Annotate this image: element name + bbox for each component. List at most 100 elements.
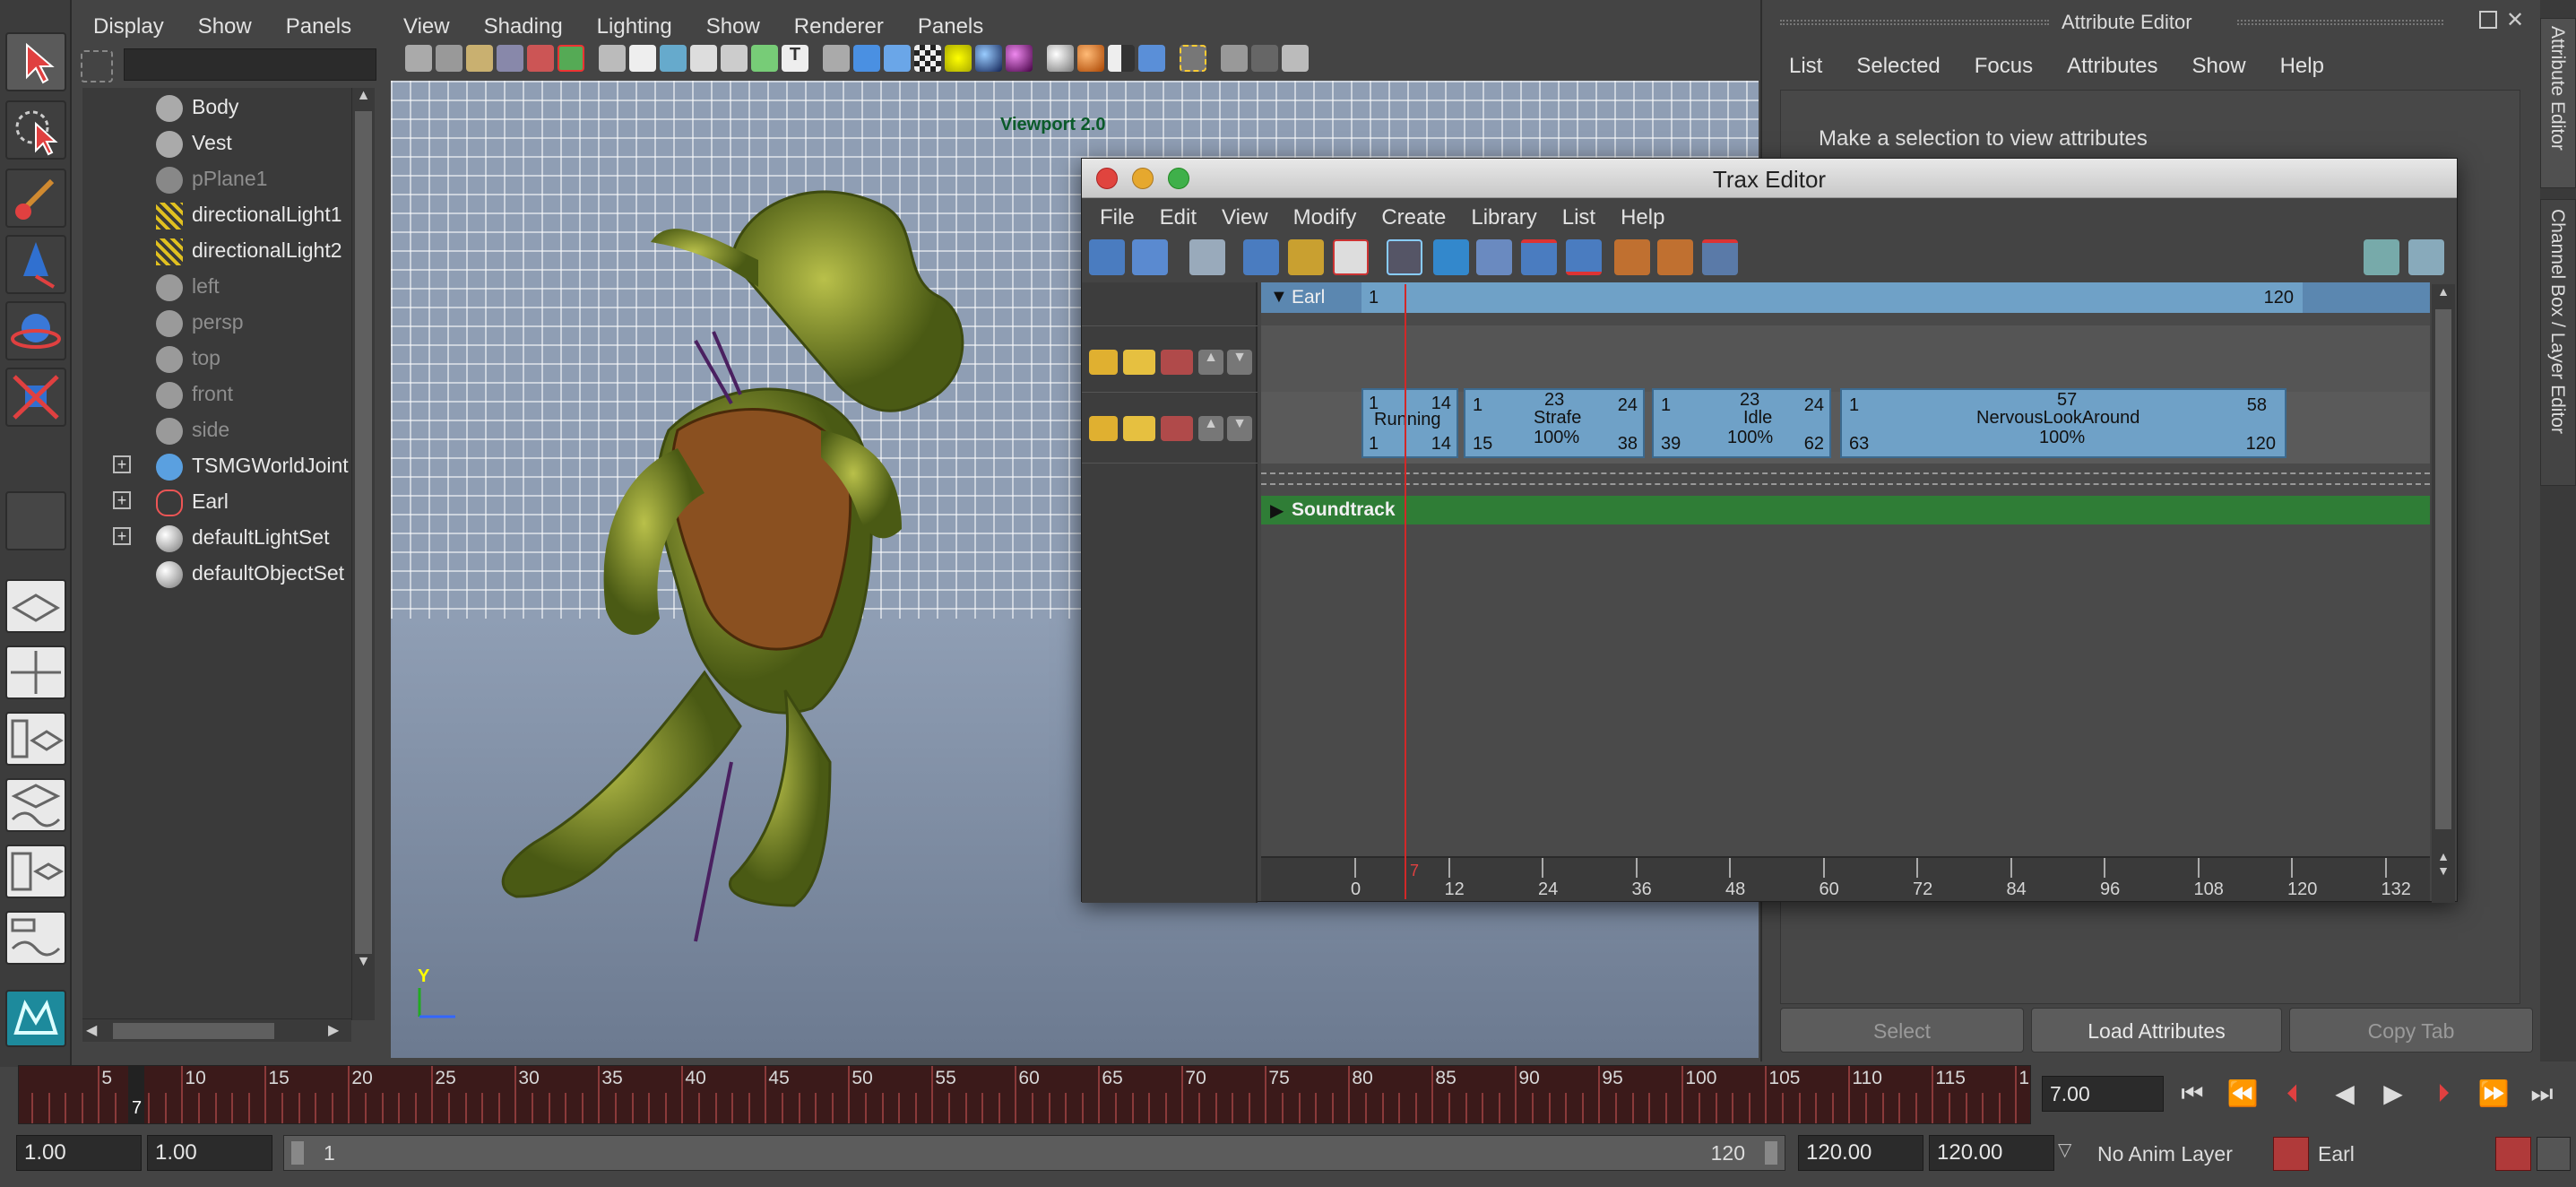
- move-tool-button[interactable]: [5, 235, 66, 294]
- gate-mask-icon[interactable]: [629, 45, 656, 72]
- rotate-tool-button[interactable]: [5, 301, 66, 360]
- ae-load-attributes-button[interactable]: Load Attributes: [2031, 1008, 2282, 1053]
- split-clip-icon[interactable]: [1521, 239, 1557, 275]
- ae-menu-attributes[interactable]: Attributes: [2067, 54, 2157, 79]
- safe-action-icon[interactable]: [690, 45, 717, 72]
- trax-time-ruler[interactable]: 0 12 24 36 48 60 72 84 96 108 120 132: [1261, 856, 2430, 901]
- range-slider[interactable]: 1 120: [283, 1135, 1785, 1171]
- viewport-menu-lighting[interactable]: Lighting: [597, 14, 672, 39]
- clip-idle[interactable]: 1 23 24 Idle 100% 39 62: [1652, 388, 1831, 458]
- trax-ruler-scroll[interactable]: ▲ ▼: [2432, 849, 2455, 903]
- scroll-up-icon[interactable]: ▲: [2432, 284, 2455, 308]
- scroll-down-icon[interactable]: ▼: [352, 954, 375, 977]
- outliner-item-earl[interactable]: Earl: [156, 490, 229, 524]
- scroll-thumb[interactable]: [355, 111, 372, 954]
- scroll-thumb[interactable]: [2435, 309, 2451, 829]
- range-slider-handle-right[interactable]: [1765, 1141, 1777, 1165]
- close-panel-icon[interactable]: ✕: [2506, 7, 2524, 33]
- camera-attributes-icon[interactable]: [436, 45, 462, 72]
- go-to-start-icon[interactable]: ⏮: [2176, 1078, 2209, 1110]
- step-back-key-icon[interactable]: ⏪: [2226, 1078, 2259, 1110]
- safe-title-icon[interactable]: [721, 45, 748, 72]
- xray-active-icon[interactable]: [1251, 45, 1278, 72]
- clip-nervouslookaround[interactable]: 1 57 58 NervousLookAround 100% 63 120: [1840, 388, 2286, 458]
- solo-track-icon[interactable]: [1123, 350, 1155, 375]
- layout-toggle-icon[interactable]: [2364, 239, 2399, 275]
- outliner-item-front[interactable]: front: [156, 382, 233, 416]
- multisample-icon[interactable]: [1077, 45, 1104, 72]
- outliner-item-top[interactable]: top: [156, 346, 220, 380]
- go-to-end-icon[interactable]: ⏭: [2526, 1078, 2558, 1110]
- trax-menu-help[interactable]: Help: [1621, 205, 1664, 230]
- graph-editor-icon[interactable]: [1387, 239, 1422, 275]
- side-tab-channel-box[interactable]: Channel Box / Layer Editor: [2540, 199, 2576, 486]
- playback-start-field[interactable]: 1.00: [147, 1135, 272, 1171]
- auto-key-icon[interactable]: [2495, 1137, 2531, 1171]
- character-earl-model[interactable]: [436, 134, 1081, 1031]
- frame-selection-icon[interactable]: [1132, 239, 1168, 275]
- xray-icon[interactable]: [1180, 45, 1206, 72]
- lock-track-icon[interactable]: [1089, 416, 1118, 441]
- layout-graph-button[interactable]: [5, 778, 66, 832]
- anim-layer-dropdown-icon[interactable]: ▽: [2058, 1139, 2071, 1161]
- character-track-header[interactable]: ▼ Earl 1 120: [1261, 282, 2430, 313]
- load-character-icon[interactable]: [1089, 239, 1125, 275]
- outliner-filter-input[interactable]: [124, 48, 376, 81]
- attribute-editor-grip-right[interactable]: [2237, 20, 2443, 25]
- depth-of-field-icon[interactable]: [1108, 45, 1135, 72]
- paint-select-tool-button[interactable]: [5, 169, 66, 228]
- lock-track-icon[interactable]: [1089, 350, 1118, 375]
- visor-icon[interactable]: [1243, 239, 1279, 275]
- textured-icon[interactable]: [914, 45, 941, 72]
- outliner-item-left[interactable]: left: [156, 274, 220, 308]
- ae-menu-selected[interactable]: Selected: [1856, 54, 1940, 79]
- ae-select-button[interactable]: Select: [1780, 1008, 2024, 1053]
- blend-clip-2-icon[interactable]: [1657, 239, 1693, 275]
- outliner-item-directionallight1[interactable]: directionalLight1: [156, 203, 342, 237]
- layout-single-button[interactable]: [5, 579, 66, 633]
- scroll-up-icon[interactable]: ▲: [352, 88, 375, 111]
- outliner-item-persp[interactable]: persp: [156, 310, 244, 344]
- trax-menu-modify[interactable]: Modify: [1293, 205, 1357, 230]
- outliner-view-icon[interactable]: [1189, 239, 1225, 275]
- move-track-down-icon[interactable]: ▼: [1227, 416, 1252, 441]
- expand-toggle-defaultlightset[interactable]: +: [113, 527, 131, 545]
- viewport-menu-show[interactable]: Show: [706, 14, 760, 39]
- preferences-icon[interactable]: [2537, 1137, 2571, 1171]
- use-all-lights-icon[interactable]: [945, 45, 972, 72]
- film-gate-icon[interactable]: [558, 45, 584, 72]
- mute-track-icon[interactable]: [1702, 239, 1738, 275]
- side-tab-attribute-editor[interactable]: Attribute Editor: [2540, 18, 2576, 188]
- collapse-triangle-icon[interactable]: ▼: [1270, 287, 1288, 308]
- outliner-vertical-scrollbar[interactable]: ▲ ▼: [351, 88, 375, 1020]
- image-plane-icon[interactable]: [497, 45, 523, 72]
- animation-end-field[interactable]: 120.00: [1929, 1135, 2054, 1171]
- move-track-up-icon[interactable]: ▲: [1198, 416, 1223, 441]
- float-panel-icon[interactable]: [2479, 11, 2497, 29]
- layout-toggle-2-icon[interactable]: [2408, 239, 2444, 275]
- share-icon[interactable]: [1282, 45, 1309, 72]
- scroll-right-icon[interactable]: ▶: [328, 1021, 339, 1039]
- clip-strafe[interactable]: 1 23 24 Strafe 100% 15 38: [1464, 388, 1645, 458]
- outliner-item-tsmgworldjoint[interactable]: TSMGWorldJoint: [156, 454, 349, 488]
- ae-menu-show[interactable]: Show: [2192, 54, 2246, 79]
- trax-vertical-scrollbar[interactable]: ▲: [2432, 284, 2455, 858]
- outliner-horizontal-scrollbar[interactable]: ◀ ▶: [82, 1018, 351, 1042]
- current-character-label[interactable]: Earl: [2318, 1142, 2355, 1166]
- outliner-menu-display[interactable]: Display: [93, 14, 164, 39]
- character-set-menu-icon[interactable]: [2273, 1137, 2309, 1171]
- trax-menu-view[interactable]: View: [1222, 205, 1268, 230]
- isolate-select-icon[interactable]: [1138, 45, 1165, 72]
- layout-four-button[interactable]: [5, 645, 66, 699]
- solo-track-icon[interactable]: [1123, 416, 1155, 441]
- attribute-editor-grip[interactable]: [1780, 20, 2049, 25]
- ae-copy-tab-button[interactable]: Copy Tab: [2289, 1008, 2533, 1053]
- outliner-item-pplane1[interactable]: pPlane1: [156, 167, 267, 201]
- expand-triangle-icon[interactable]: ▶: [1270, 499, 1284, 522]
- move-track-up-icon[interactable]: ▲: [1198, 350, 1223, 375]
- outliner-item-defaultobjectset[interactable]: defaultObjectSet: [156, 561, 344, 595]
- outliner-item-defaultlightset[interactable]: defaultLightSet: [156, 525, 329, 559]
- wireframe-icon[interactable]: [751, 45, 778, 72]
- outliner-item-directionallight2[interactable]: directionalLight2: [156, 238, 342, 273]
- screen-space-ao-icon[interactable]: [1006, 45, 1033, 72]
